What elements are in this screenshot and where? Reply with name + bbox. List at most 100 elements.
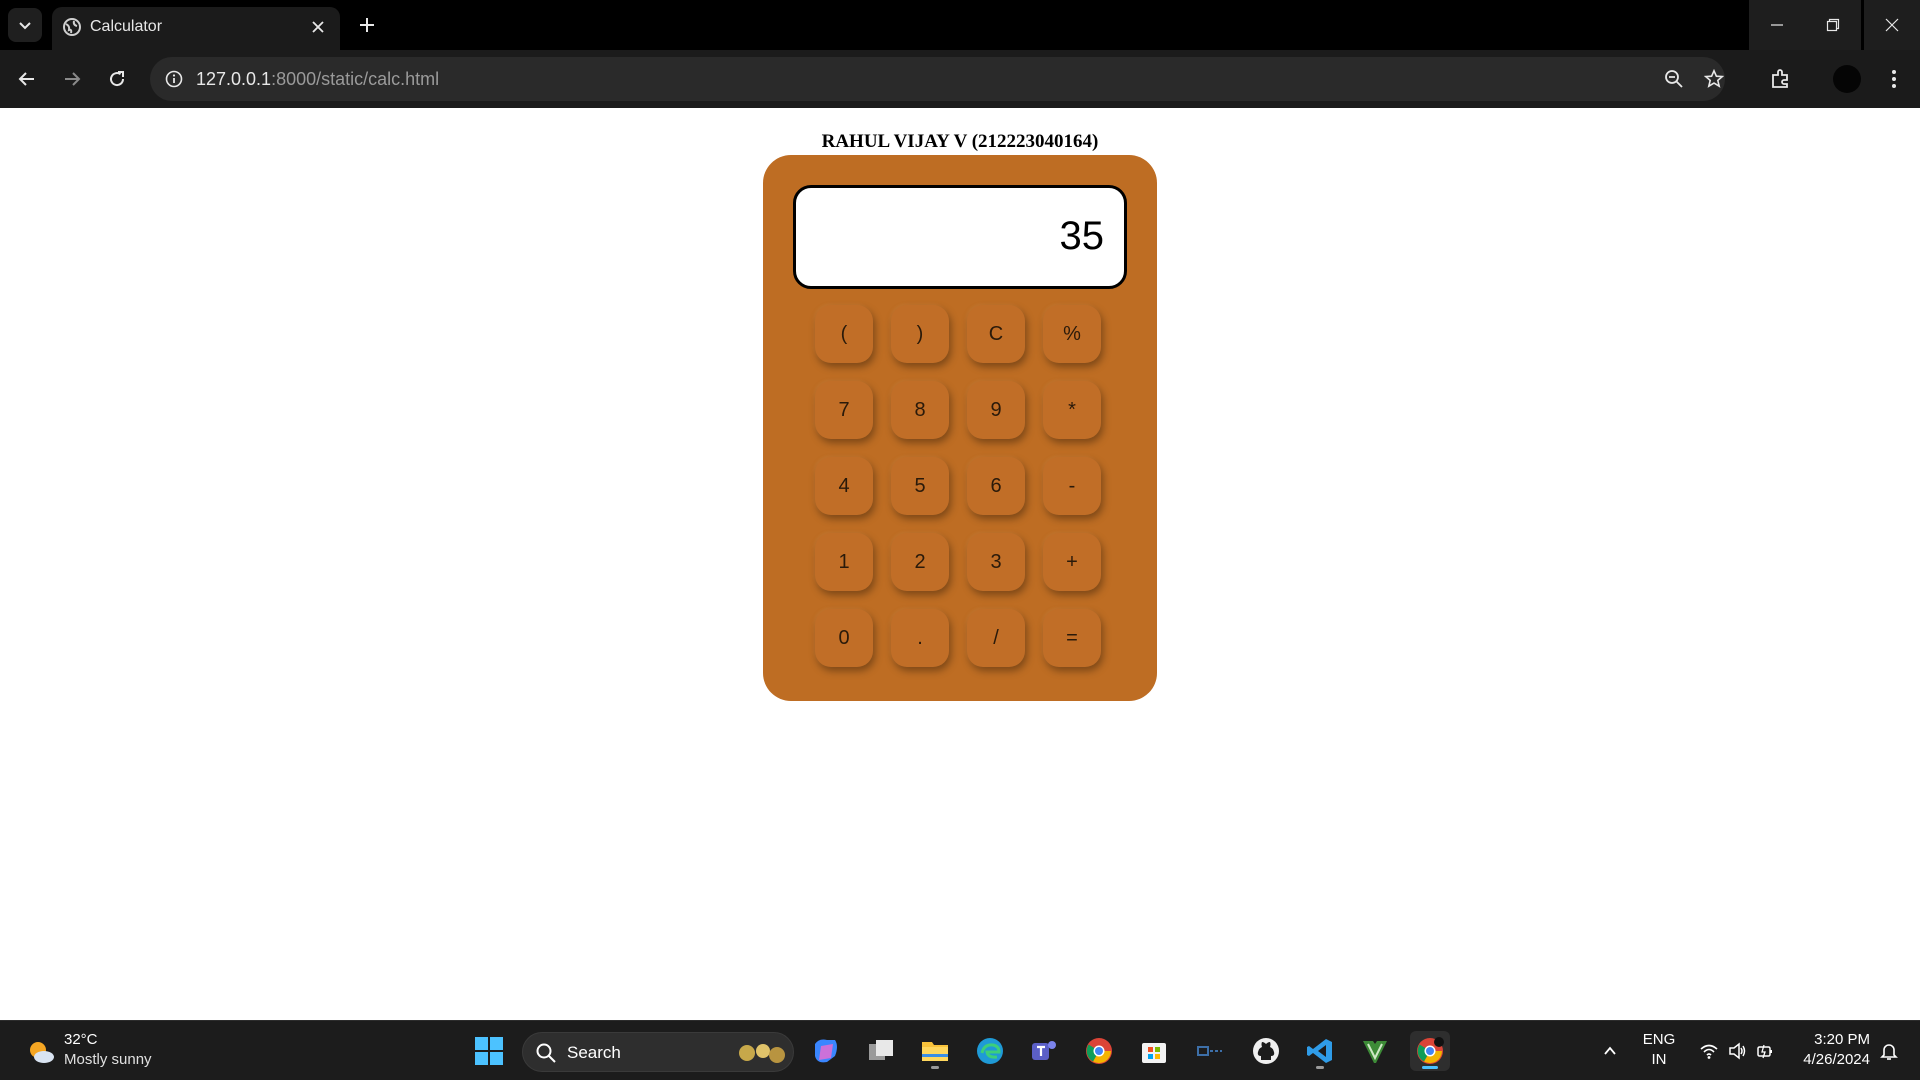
arrow-right-icon <box>65 72 81 86</box>
extensions-button[interactable] <box>1764 62 1798 96</box>
plus-icon <box>360 18 374 32</box>
key-5[interactable]: 5 <box>891 457 949 515</box>
bookmark-button[interactable] <box>1702 67 1726 91</box>
clock-date: 4/26/2024 <box>1803 1051 1870 1068</box>
taskbar-github[interactable] <box>1246 1031 1286 1071</box>
restore-icon <box>1826 18 1840 32</box>
language-code: ENG <box>1642 1031 1676 1048</box>
tab-search-button[interactable] <box>8 8 42 42</box>
store-icon <box>1142 1043 1166 1063</box>
key-7[interactable]: 7 <box>815 381 873 439</box>
info-icon <box>165 70 183 88</box>
display-value: 35 <box>1059 214 1105 258</box>
bell-icon <box>1880 1044 1898 1060</box>
url-path: :8000/static/calc.html <box>271 69 440 89</box>
key-2[interactable]: 2 <box>891 533 949 591</box>
chevron-down-icon <box>19 22 31 30</box>
key-divide[interactable]: / <box>967 609 1025 667</box>
globe-icon <box>63 18 81 36</box>
windows-logo-icon <box>475 1037 503 1065</box>
puzzle-icon <box>1772 69 1788 88</box>
close-icon <box>1885 18 1899 32</box>
wifi-icon <box>1700 1044 1718 1059</box>
key-close-paren[interactable]: ) <box>891 305 949 363</box>
browser-menu-button[interactable] <box>1877 62 1911 96</box>
key-1[interactable]: 1 <box>815 533 873 591</box>
quick-settings-button[interactable] <box>1692 1031 1782 1071</box>
reload-button[interactable] <box>100 62 134 96</box>
notifications-button[interactable] <box>1874 1031 1904 1071</box>
running-indicator <box>1422 1066 1438 1069</box>
zoom-button[interactable] <box>1662 67 1686 91</box>
arrow-left-icon <box>18 72 34 86</box>
language-region: IN <box>1651 1051 1667 1068</box>
taskbar-chrome[interactable] <box>1079 1031 1119 1071</box>
url-text: 127.0.0.1:8000/static/calc.html <box>196 69 439 90</box>
calculator-body: 35 ( ) C % 7 8 9 * 4 5 6 - 1 2 3 + 0 . /… <box>763 155 1157 701</box>
close-icon <box>312 21 324 33</box>
running-indicator <box>1316 1066 1324 1069</box>
clock-time: 3:20 PM <box>1814 1031 1870 1048</box>
active-tab[interactable]: Calculator <box>52 7 340 50</box>
minimize-button[interactable] <box>1749 0 1805 50</box>
running-indicator <box>931 1066 939 1069</box>
taskbar-app[interactable] <box>1190 1031 1230 1071</box>
taskbar-vim[interactable] <box>1355 1031 1395 1071</box>
folder-icon <box>922 1042 948 1061</box>
key-6[interactable]: 6 <box>967 457 1025 515</box>
key-clear[interactable]: C <box>967 305 1025 363</box>
vim-icon <box>1363 1041 1387 1063</box>
minimize-icon <box>1771 24 1783 26</box>
chrome-icon <box>1417 1037 1444 1064</box>
taskbar-search[interactable]: Search <box>522 1032 794 1072</box>
taskbar-copilot[interactable] <box>806 1031 846 1071</box>
back-button[interactable] <box>10 62 44 96</box>
key-0[interactable]: 0 <box>815 609 873 667</box>
taskbar-task-view[interactable] <box>861 1031 901 1071</box>
key-3[interactable]: 3 <box>967 533 1025 591</box>
calculator-display: 35 <box>793 185 1127 289</box>
taskbar-store[interactable] <box>1134 1031 1174 1071</box>
address-bar[interactable]: 127.0.0.1:8000/static/calc.html <box>150 57 1725 101</box>
search-highlight-icon <box>739 1044 785 1063</box>
star-icon <box>1704 69 1724 88</box>
show-hidden-icons-button[interactable] <box>1590 1031 1630 1071</box>
tab-close-button[interactable] <box>306 15 330 39</box>
key-open-paren[interactable]: ( <box>815 305 873 363</box>
key-percent[interactable]: % <box>1043 305 1101 363</box>
site-info-button[interactable] <box>162 67 186 91</box>
partly-sunny-icon <box>30 1042 54 1063</box>
taskbar-teams[interactable] <box>1024 1031 1064 1071</box>
search-icon <box>536 1043 556 1063</box>
taskbar-file-explorer[interactable] <box>915 1031 955 1071</box>
window-close-button[interactable] <box>1864 0 1920 50</box>
start-button[interactable] <box>469 1031 509 1071</box>
key-multiply[interactable]: * <box>1043 381 1101 439</box>
key-decimal[interactable]: . <box>891 609 949 667</box>
weather-description: Mostly sunny <box>64 1051 152 1068</box>
new-tab-button[interactable] <box>352 10 382 40</box>
forward-button[interactable] <box>55 62 89 96</box>
restore-button[interactable] <box>1805 0 1861 50</box>
key-8[interactable]: 8 <box>891 381 949 439</box>
key-9[interactable]: 9 <box>967 381 1025 439</box>
browser-toolbar: 127.0.0.1:8000/static/calc.html <box>0 50 1920 108</box>
taskbar: 32°C Mostly sunny Search ENG IN 3:20 PM … <box>0 1020 1920 1080</box>
reload-icon <box>110 71 125 87</box>
teams-icon <box>1032 1041 1056 1060</box>
tab-title: Calculator <box>90 18 163 35</box>
key-4[interactable]: 4 <box>815 457 873 515</box>
key-equals[interactable]: = <box>1043 609 1101 667</box>
copilot-icon <box>815 1039 837 1063</box>
app-icon <box>1197 1046 1222 1056</box>
key-minus[interactable]: - <box>1043 457 1101 515</box>
github-icon <box>1253 1038 1279 1064</box>
volume-icon <box>1729 1042 1746 1060</box>
more-vertical-icon <box>1892 70 1896 88</box>
taskbar-edge[interactable] <box>970 1031 1010 1071</box>
taskbar-vscode[interactable] <box>1300 1031 1340 1071</box>
taskbar-chrome-active[interactable] <box>1410 1031 1450 1071</box>
profile-avatar[interactable] <box>1833 65 1861 93</box>
url-host: 127.0.0.1 <box>196 69 272 89</box>
key-plus[interactable]: + <box>1043 533 1101 591</box>
